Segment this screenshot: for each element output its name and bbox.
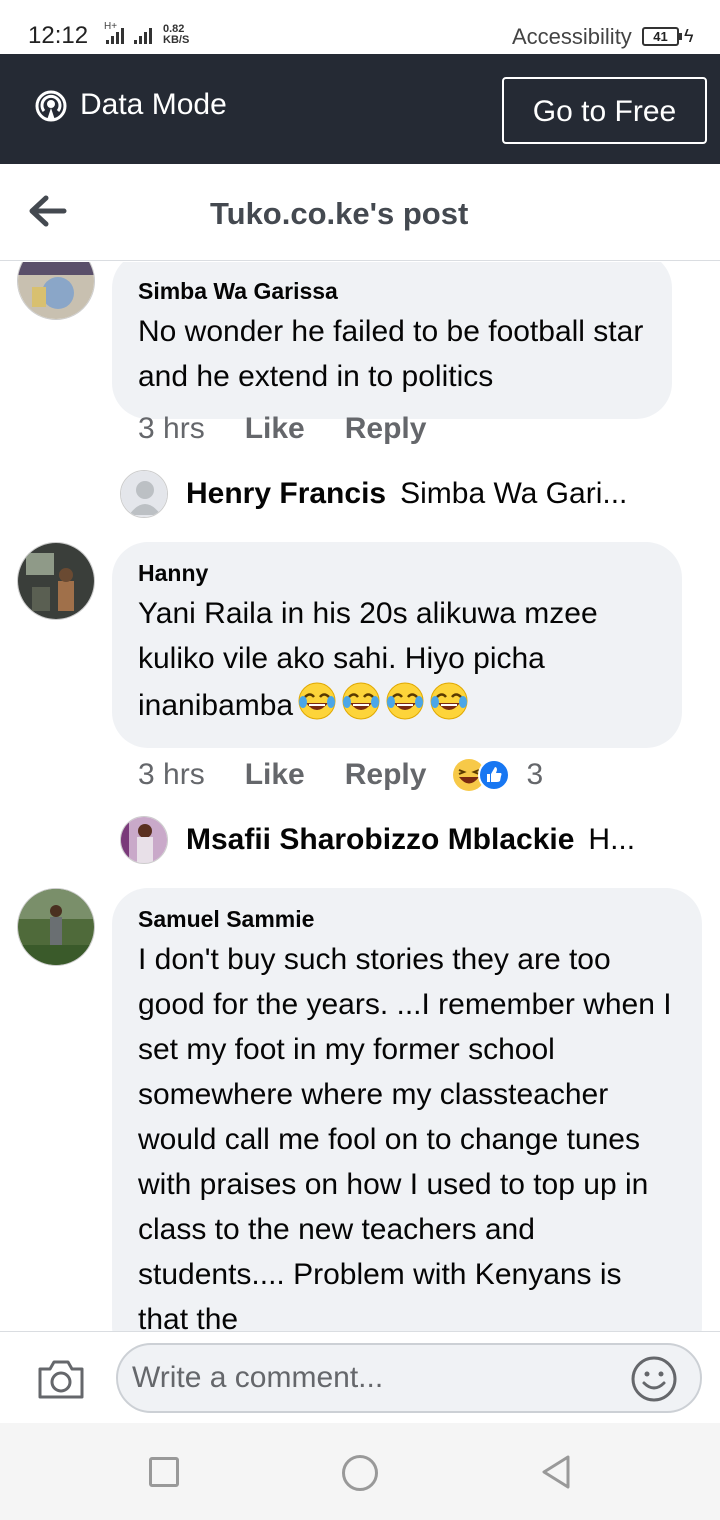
comment-bubble: Simba Wa Garissa No wonder he failed to … xyxy=(112,262,672,419)
avatar[interactable] xyxy=(17,542,95,620)
comment-bubble: Samuel Sammie I don't buy such stories t… xyxy=(112,888,702,1331)
avatar xyxy=(120,470,168,518)
reply-author: Henry Francis xyxy=(186,477,387,510)
tears-of-joy-emoji-icon xyxy=(298,682,336,720)
signal-icon xyxy=(134,28,152,44)
comment-input[interactable] xyxy=(116,1343,702,1413)
status-bar: 12:12 H+ 0.82 KB/S Accessibility 41 ϟ xyxy=(0,0,720,54)
recents-icon[interactable] xyxy=(149,1457,179,1487)
like-button[interactable]: Like xyxy=(245,758,305,792)
avatar[interactable] xyxy=(17,262,95,320)
reply-button[interactable]: Reply xyxy=(345,758,427,792)
comment-author[interactable]: Samuel Sammie xyxy=(138,906,676,933)
back-triangle-icon[interactable] xyxy=(540,1453,572,1491)
tears-of-joy-emoji-icon xyxy=(342,682,380,720)
broadcast-icon xyxy=(35,90,67,122)
reply-snippet: H... xyxy=(588,823,636,856)
reaction-count: 3 xyxy=(526,758,544,791)
signal-icon xyxy=(106,28,124,44)
go-to-free-button[interactable]: Go to Free xyxy=(502,77,707,144)
comment-bubble: Hanny Yani Raila in his 20s alikuwa mzee… xyxy=(112,542,682,748)
like-reaction-icon xyxy=(478,759,511,791)
battery-icon: 41 xyxy=(642,27,682,46)
avatar[interactable] xyxy=(17,888,95,966)
reply-author: Msafii Sharobizzo Mblackie xyxy=(186,823,575,856)
arrow-left-icon[interactable] xyxy=(28,194,68,228)
tears-of-joy-emoji-icon xyxy=(430,682,468,720)
data-mode-label: Data Mode xyxy=(80,88,227,121)
speed-unit: KB/S xyxy=(163,34,190,46)
like-button[interactable]: Like xyxy=(245,412,305,446)
camera-icon[interactable] xyxy=(36,1357,86,1401)
comment-time[interactable]: 3 hrs xyxy=(138,758,205,792)
accessibility-label: Accessibility xyxy=(512,24,632,49)
page-title: Tuko.co.ke's post xyxy=(210,196,469,231)
comment-text: No wonder he failed to be football star … xyxy=(138,315,644,393)
network-speed: 0.82 KB/S xyxy=(163,24,189,46)
status-time: 12:12 xyxy=(28,22,89,49)
comment-actions: 3 hrs Like Reply 3 xyxy=(138,758,543,792)
tears-of-joy-emoji-icon xyxy=(386,682,424,720)
home-icon[interactable] xyxy=(342,1455,378,1491)
comments-feed[interactable]: Simba Wa Garissa No wonder he failed to … xyxy=(0,262,720,1331)
reply-preview[interactable]: Henry Francis Simba Wa Gari... xyxy=(120,470,627,518)
comment-text: I don't buy such stories they are too go… xyxy=(138,943,672,1331)
smile-icon[interactable] xyxy=(630,1355,678,1403)
comment-text: Yani Raila in his 20s alikuwa mzee kulik… xyxy=(138,591,656,728)
reply-snippet: Simba Wa Gari... xyxy=(400,477,628,510)
reactions-summary[interactable]: 3 xyxy=(452,758,543,792)
comment-actions: 3 hrs Like Reply xyxy=(138,412,426,446)
charging-icon: ϟ xyxy=(684,26,694,46)
reply-button[interactable]: Reply xyxy=(345,412,427,446)
comment-author[interactable]: Hanny xyxy=(138,560,656,587)
comment-time[interactable]: 3 hrs xyxy=(138,412,205,446)
comment-author[interactable]: Simba Wa Garissa xyxy=(138,278,646,305)
avatar xyxy=(120,816,168,864)
reply-preview[interactable]: Msafii Sharobizzo Mblackie H... xyxy=(120,816,635,864)
